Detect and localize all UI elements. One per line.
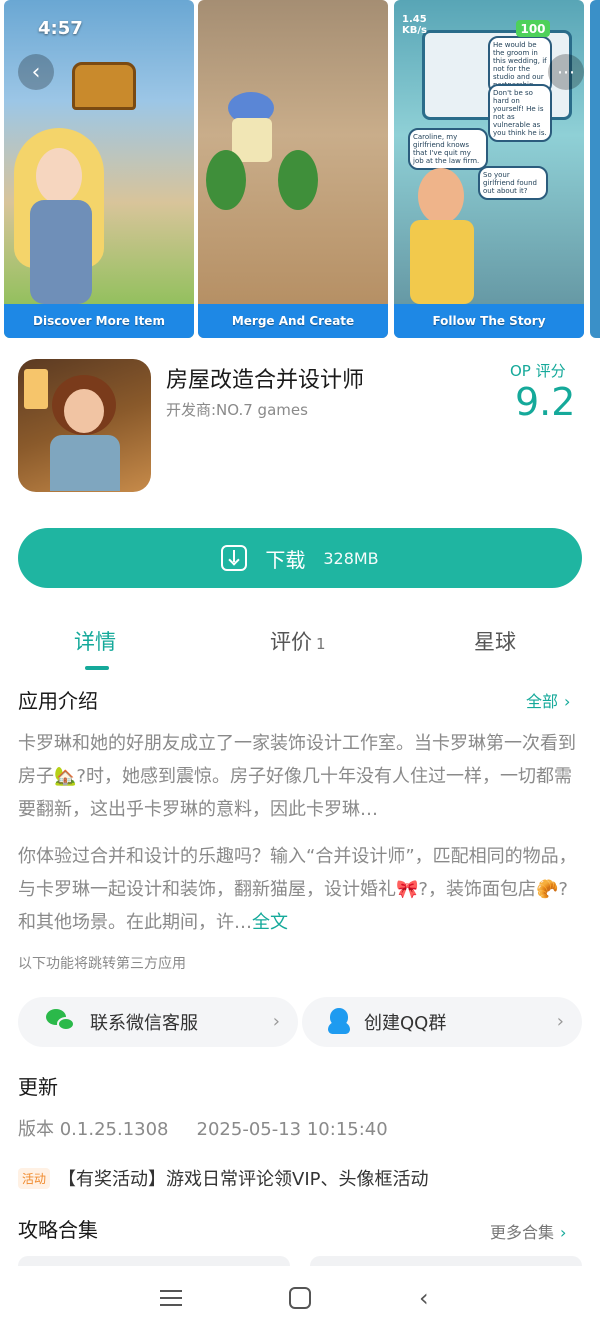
speech-bubble: Don't be so hard on yourself! He is not … <box>488 84 552 142</box>
intro-paragraph-2-text: 你体验过合并和设计的乐趣吗？输入“合并设计师”，匹配相同的物品，与卡罗琳一起设计… <box>18 846 577 933</box>
activity-text: 【有奖活动】游戏日常评论领VIP、头像框活动 <box>58 1169 429 1190</box>
home-icon[interactable] <box>289 1287 311 1309</box>
speech-bubble: So your girlfriend found out about it? <box>478 166 548 200</box>
screenshot-caption: Follow The Story <box>394 304 584 338</box>
character-body-art <box>410 220 474 304</box>
treasure-chest-art <box>72 62 136 110</box>
screenshot-caption: Merge And Create <box>198 304 388 338</box>
op-rating-label: OP 评分 <box>510 362 566 380</box>
menu-icon[interactable] <box>160 1288 184 1308</box>
screenshot-2[interactable]: Merge And Create <box>198 0 388 338</box>
plant-art <box>206 150 246 210</box>
chevron-right-icon: › <box>560 1223 567 1242</box>
chevron-right-icon: › <box>272 1011 280 1032</box>
update-date: 2025-05-13 10:15:40 <box>196 1119 388 1140</box>
guides-heading: 攻略合集 <box>18 1218 98 1242</box>
plant-art <box>278 150 318 210</box>
guide-card[interactable] <box>310 1256 582 1266</box>
tab-reviews-label: 评价 <box>270 630 312 654</box>
screenshot-3[interactable]: He would be the groom in this wedding, i… <box>394 0 584 338</box>
battery-indicator: 100 <box>516 20 550 37</box>
chevron-right-icon: › <box>564 692 571 711</box>
more-icon[interactable]: ⋯ <box>548 54 584 90</box>
guide-card[interactable] <box>18 1256 290 1266</box>
chevron-right-icon: › <box>556 1011 564 1032</box>
qq-icon <box>328 1008 350 1036</box>
system-navigation-bar: ‹ <box>0 1266 600 1333</box>
icon-dress-art <box>50 435 120 491</box>
download-icon <box>221 545 248 571</box>
screenshot-1[interactable]: Discover More Item <box>4 0 194 338</box>
character-body-art <box>30 200 92 304</box>
create-qq-group-button[interactable]: 创建QQ群 › <box>302 997 582 1047</box>
activity-badge: 活动 <box>18 1167 51 1189</box>
op-rating-score: 9.2 <box>515 380 576 424</box>
wechat-icon <box>46 1009 76 1035</box>
intro-paragraph-1: 卡罗琳和她的好朋友成立了一家装饰设计工作室。当卡罗琳第一次看到房子🏡?时，她感到… <box>18 733 576 820</box>
tab-details[interactable]: 详情 <box>74 626 116 656</box>
version-text: 版本 0.1.25.1308 <box>18 1119 169 1140</box>
status-time: 4:57 <box>38 18 83 39</box>
download-label: 下载 <box>265 547 306 572</box>
app-icon <box>18 359 151 492</box>
app-title: 房屋改造合并设计师 <box>166 368 365 393</box>
intro-all-label: 全部 <box>526 692 559 711</box>
back-nav-icon[interactable]: ‹ <box>419 1286 429 1310</box>
icon-face-art <box>64 389 104 433</box>
intro-heading: 应用介绍 <box>18 689 98 713</box>
network-rate: 1.45 <box>402 14 427 25</box>
create-qq-group-label: 创建QQ群 <box>364 1013 447 1034</box>
tab-bar: 详情 评价 1 星球 <box>0 620 600 670</box>
wechat-support-button[interactable]: 联系微信客服 › <box>18 997 298 1047</box>
more-guides-link[interactable]: 更多合集 › <box>490 1219 566 1243</box>
wechat-support-label: 联系微信客服 <box>90 1013 198 1034</box>
screenshot-caption: Discover More Item <box>4 304 194 338</box>
tab-planet[interactable]: 星球 <box>474 626 516 656</box>
more-guides-label: 更多合集 <box>490 1223 555 1242</box>
update-heading: 更新 <box>18 1075 58 1099</box>
icon-window-art <box>24 369 48 409</box>
active-tab-indicator <box>85 666 109 670</box>
network-unit: KB/s <box>402 25 427 36</box>
full-text-link[interactable]: 全文 <box>252 912 288 933</box>
intro-all-link[interactable]: 全部 › <box>526 688 570 712</box>
activity-banner[interactable]: 活动 【有奖活动】游戏日常评论领VIP、头像框活动 <box>18 1165 429 1191</box>
download-size: 328MB <box>323 548 379 568</box>
third-party-notice: 以下功能将跳转第三方应用 <box>18 956 186 972</box>
tab-reviews-count: 1 <box>316 635 326 653</box>
screenshot-carousel[interactable]: Discover More Item Merge And Create He w… <box>0 0 600 338</box>
download-button[interactable]: 下载 328MB <box>18 528 582 588</box>
screenshot-4-partial[interactable] <box>590 0 600 338</box>
network-speed: 1.45 KB/s <box>402 14 427 36</box>
speech-bubble: Caroline, my girlfriend knows that I've … <box>408 128 488 170</box>
back-icon[interactable]: ‹ <box>18 54 54 90</box>
tab-reviews[interactable]: 评价 1 <box>270 626 326 656</box>
version-row: 版本 0.1.25.1308 2025-05-13 10:15:40 <box>18 1115 388 1141</box>
character-face-art <box>418 168 464 224</box>
developer-name[interactable]: 开发商:NO.7 games <box>166 399 308 420</box>
character-face-art <box>36 148 82 204</box>
intro-paragraph-2: 你体验过合并和设计的乐趣吗？输入“合并设计师”，匹配相同的物品，与卡罗琳一起设计… <box>18 840 584 939</box>
